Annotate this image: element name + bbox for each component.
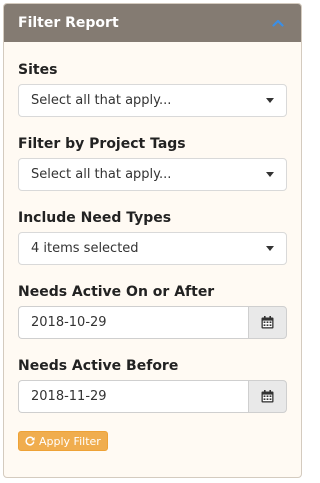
active-on-or-after-input[interactable] — [18, 306, 248, 339]
panel-body: Sites Select all that apply... Filter by… — [4, 42, 301, 451]
active-on-or-after-calendar-button[interactable] — [248, 306, 287, 339]
collapse-toggle[interactable] — [269, 14, 287, 32]
project-tags-select[interactable]: Select all that apply... — [18, 158, 287, 191]
filter-report-panel: Filter Report Sites Select all that appl… — [3, 3, 302, 478]
panel-title: Filter Report — [18, 15, 119, 31]
project-tags-label: Filter by Project Tags — [18, 136, 186, 152]
sites-filter: Sites Select all that apply... — [18, 62, 287, 117]
active-on-or-after-label: Needs Active On or After — [18, 284, 215, 300]
sites-label: Sites — [18, 62, 58, 78]
need-types-select-value: 4 items selected — [31, 241, 139, 256]
project-tags-filter: Filter by Project Tags Select all that a… — [18, 136, 287, 191]
need-types-label: Include Need Types — [18, 210, 172, 226]
apply-filter-button[interactable]: Apply Filter — [18, 431, 108, 451]
caret-down-icon — [266, 98, 274, 103]
active-before-input[interactable] — [18, 380, 248, 413]
panel-header: Filter Report — [4, 4, 301, 42]
sites-select[interactable]: Select all that apply... — [18, 84, 287, 117]
active-on-or-after-filter: Needs Active On or After — [18, 284, 287, 339]
chevron-up-icon — [272, 19, 284, 27]
active-before-filter: Needs Active Before — [18, 358, 287, 413]
calendar-icon — [261, 316, 274, 329]
need-types-select[interactable]: 4 items selected — [18, 232, 287, 265]
refresh-icon — [25, 436, 35, 446]
active-on-or-after-picker — [18, 306, 287, 339]
calendar-icon — [261, 390, 274, 403]
caret-down-icon — [266, 246, 274, 251]
active-before-label: Needs Active Before — [18, 358, 179, 374]
active-before-calendar-button[interactable] — [248, 380, 287, 413]
sites-select-value: Select all that apply... — [31, 93, 172, 108]
need-types-filter: Include Need Types 4 items selected — [18, 210, 287, 265]
active-before-picker — [18, 380, 287, 413]
caret-down-icon — [266, 172, 274, 177]
project-tags-select-value: Select all that apply... — [31, 167, 172, 182]
apply-filter-label: Apply Filter — [39, 434, 101, 448]
